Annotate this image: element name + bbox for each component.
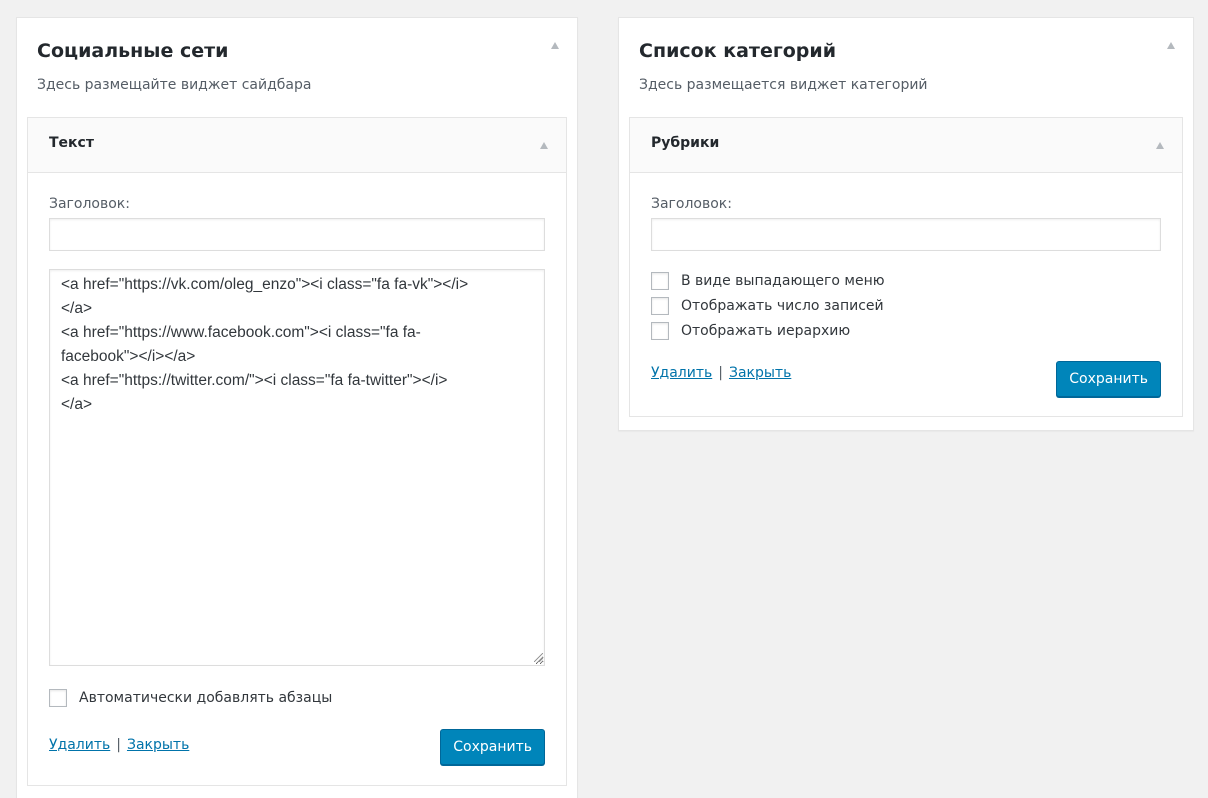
option-dropdown[interactable]: В виде выпадающего меню	[651, 272, 885, 290]
widget-header[interactable]: Рубрики	[630, 118, 1182, 173]
option-hierarchy[interactable]: Отображать иерархию	[651, 322, 850, 340]
option-label: Отображать иерархию	[681, 323, 851, 339]
widget-collapse-arrow-icon[interactable]	[1156, 142, 1164, 149]
panel-title: Список категорий	[639, 40, 837, 62]
title-field-label: Заголовок:	[49, 196, 130, 212]
save-button[interactable]: Сохранить	[440, 729, 545, 765]
sidebar-panel-categories: Список категорий Здесь размещается видже…	[618, 17, 1194, 431]
widget-actions: Удалить | Закрыть	[49, 737, 189, 753]
dropdown-checkbox[interactable]	[651, 272, 669, 290]
actions-separator: |	[718, 365, 723, 381]
widget-title: Текст	[49, 135, 94, 151]
panel-description: Здесь размещайте виджет сайдбара	[37, 77, 312, 93]
save-button[interactable]: Сохранить	[1056, 361, 1161, 397]
collapse-arrow-icon[interactable]	[1167, 42, 1175, 49]
close-link[interactable]: Закрыть	[729, 365, 791, 381]
widget-actions: Удалить | Закрыть	[651, 365, 791, 381]
collapse-arrow-icon[interactable]	[551, 42, 559, 49]
content-textarea[interactable]: <a href="https://vk.com/oleg_enzo"><i cl…	[49, 269, 545, 666]
show-count-checkbox[interactable]	[651, 297, 669, 315]
actions-separator: |	[116, 737, 121, 753]
auto-paragraph-option[interactable]: Автоматически добавлять абзацы	[49, 689, 332, 707]
text-widget: Текст Заголовок: <a href="https://vk.com…	[27, 117, 567, 786]
widget-collapse-arrow-icon[interactable]	[540, 142, 548, 149]
close-link[interactable]: Закрыть	[127, 737, 189, 753]
sidebar-panel-social: Социальные сети Здесь размещайте виджет …	[16, 17, 578, 798]
title-input[interactable]	[651, 218, 1161, 251]
auto-paragraph-checkbox[interactable]	[49, 689, 67, 707]
auto-paragraph-label: Автоматически добавлять абзацы	[79, 690, 333, 706]
delete-link[interactable]: Удалить	[49, 737, 110, 753]
widget-title: Рубрики	[651, 135, 720, 151]
title-input[interactable]	[49, 218, 545, 251]
widget-header[interactable]: Текст	[28, 118, 566, 173]
categories-widget: Рубрики Заголовок: В виде выпадающего ме…	[629, 117, 1183, 417]
option-label: Отображать число записей	[681, 298, 884, 314]
resize-grip-icon[interactable]	[534, 653, 543, 662]
option-show-count[interactable]: Отображать число записей	[651, 297, 884, 315]
title-field-label: Заголовок:	[651, 196, 732, 212]
hierarchy-checkbox[interactable]	[651, 322, 669, 340]
panel-description: Здесь размещается виджет категорий	[639, 77, 928, 93]
option-label: В виде выпадающего меню	[681, 273, 885, 289]
panel-title: Социальные сети	[37, 40, 229, 62]
delete-link[interactable]: Удалить	[651, 365, 712, 381]
